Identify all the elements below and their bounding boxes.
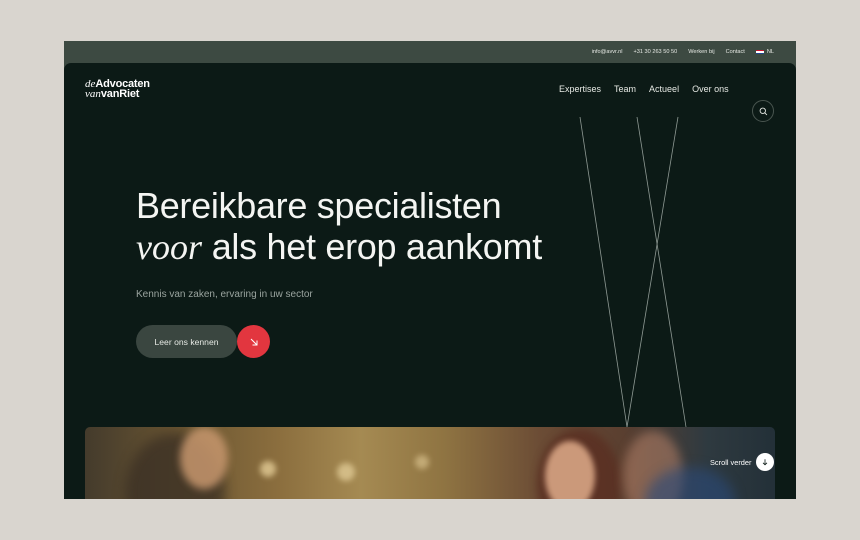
scroll-down-button[interactable]: Scroll verder (710, 453, 775, 471)
learn-more-arrow-button[interactable] (237, 325, 270, 358)
decorative-line-1 (579, 116, 628, 428)
browser-frame: info@avvr.nl +31 30 263 50 50 Werken bij… (64, 41, 796, 499)
email-link[interactable]: info@avvr.nl (592, 49, 623, 55)
hero-title-rest: als het erop aankomt (211, 226, 543, 267)
hero-photo: Scroll verder (85, 427, 775, 499)
hero-title-line-1: Bereikbare specialisten (136, 185, 502, 226)
nav-item-expertises[interactable]: Expertises (559, 84, 601, 94)
nav-item-over-ons[interactable]: Over ons (692, 84, 729, 94)
decorative-line-2 (626, 116, 679, 428)
top-utility-bar: info@avvr.nl +31 30 263 50 50 Werken bij… (64, 41, 796, 63)
dutch-flag-icon (755, 49, 764, 55)
search-icon (759, 107, 767, 115)
nav-item-actueel[interactable]: Actueel (649, 84, 679, 94)
hero-title-italic: voor (136, 227, 202, 267)
site-logo[interactable]: deAdvocaten vanvanRiet (85, 79, 150, 100)
main-nav: Expertises Team Actueel Over ons (559, 84, 729, 94)
jobs-link[interactable]: Werken bij (688, 49, 714, 55)
arrow-down-icon (763, 459, 768, 466)
bokeh-light-2 (337, 463, 355, 481)
hero-subtitle: Kennis van zaken, ervaring in uw sector (136, 289, 313, 300)
language-label: NL (766, 49, 774, 55)
phone-link[interactable]: +31 30 263 50 50 (634, 49, 678, 55)
scroll-circle (756, 453, 775, 471)
learn-more-button[interactable]: Leer ons kennen (136, 325, 237, 358)
contact-link[interactable]: Contact (726, 49, 745, 55)
hero-section: deAdvocaten vanvanRiet Expertises Team A… (64, 63, 796, 499)
bokeh-light-1 (260, 461, 276, 477)
logo-line-2: vanvanRiet (85, 88, 140, 100)
arrow-down-right-icon (250, 338, 257, 345)
search-button[interactable] (752, 100, 774, 122)
scroll-label: Scroll verder (710, 457, 752, 467)
bokeh-light-3 (415, 455, 429, 469)
hero-title-line-2: voor als het erop aankomt (136, 226, 542, 268)
language-switcher[interactable]: NL (755, 49, 774, 55)
hero-title: Bereikbare specialisten voor als het ero… (136, 185, 542, 268)
decorative-line-3 (636, 116, 687, 428)
nav-item-team[interactable]: Team (614, 84, 636, 94)
person-left-face-shape (180, 427, 228, 489)
